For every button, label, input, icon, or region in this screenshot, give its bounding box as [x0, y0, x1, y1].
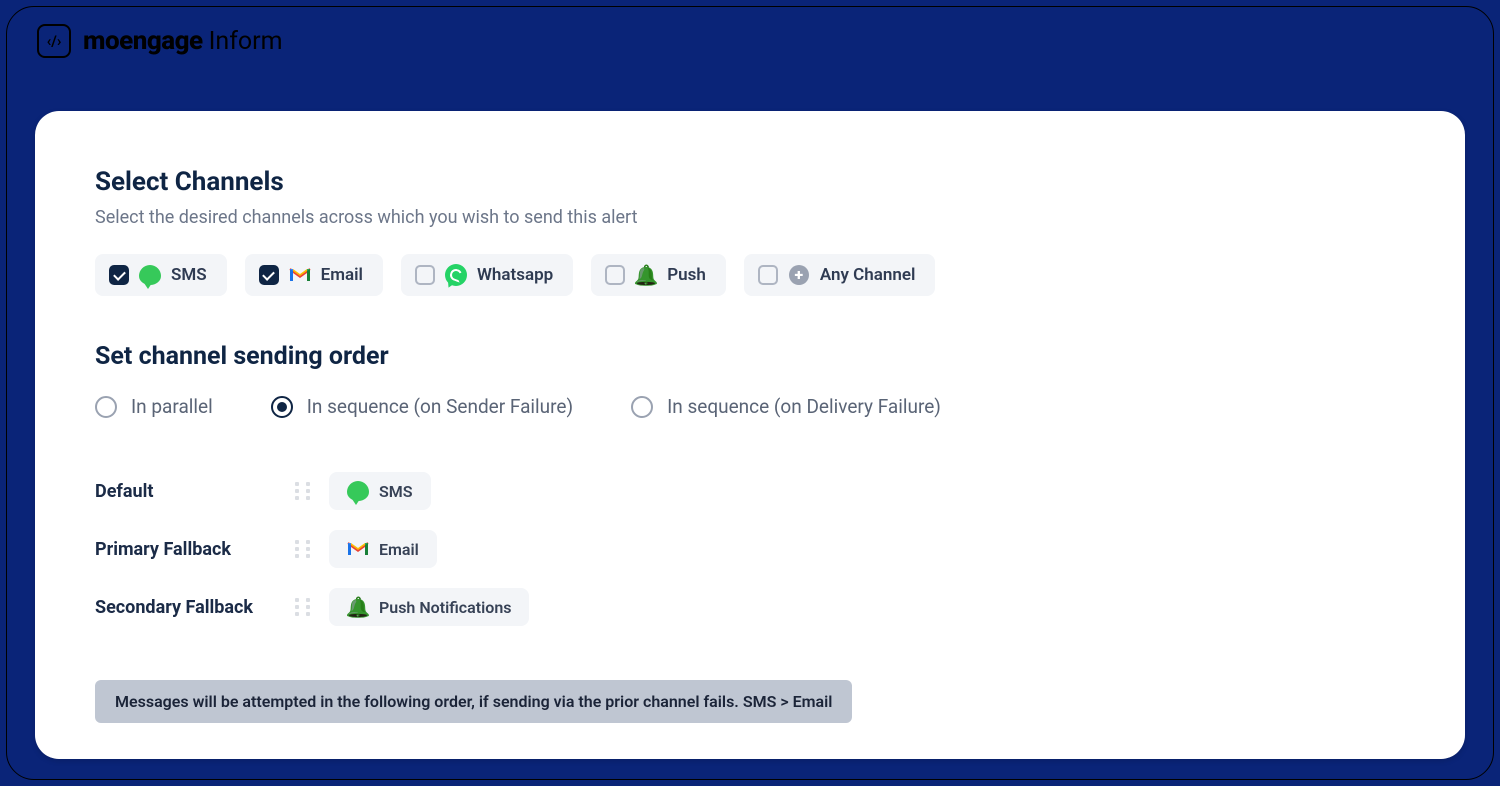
order-mode-row: In parallel In sequence (on Sender Failur…	[95, 395, 1405, 418]
channel-chip-sms[interactable]: SMS	[95, 254, 227, 296]
checkbox[interactable]	[605, 265, 625, 285]
push-bell-icon: 🔔	[635, 264, 657, 286]
channel-chip-label: Whatsapp	[477, 265, 553, 285]
radio[interactable]	[271, 396, 293, 418]
info-banner: Messages will be attempted in the follow…	[95, 680, 852, 723]
section-title-channels: Select Channels	[95, 167, 1405, 197]
order-role-label: Secondary Fallback	[95, 597, 295, 618]
order-mode-option[interactable]: In sequence (on Delivery Failure)	[631, 395, 941, 418]
channel-chip-label: SMS	[171, 265, 207, 285]
order-pill[interactable]: 🔔 Push Notifications	[329, 588, 529, 626]
radio[interactable]	[95, 396, 117, 418]
order-role-label: Primary Fallback	[95, 539, 295, 560]
brand-name: moengage	[83, 26, 203, 56]
channel-chip-any-channel[interactable]: + Any Channel	[744, 254, 936, 296]
channel-chip-row: SMS Email Whatsapp 🔔 Push + Any Channel	[95, 254, 1405, 296]
order-role-label: Default	[95, 481, 295, 502]
order-row: Secondary Fallback 🔔 Push Notifications	[95, 578, 1405, 636]
channel-chip-email[interactable]: Email	[245, 254, 383, 296]
push-bell-icon: 🔔	[347, 596, 369, 618]
order-pill-label: SMS	[379, 482, 413, 501]
channel-chip-label: Email	[321, 265, 363, 285]
config-card: Select Channels Select the desired chann…	[35, 111, 1465, 759]
checkbox[interactable]	[109, 265, 129, 285]
whatsapp-icon	[445, 264, 467, 286]
brand-wordmark: moengage Inform	[83, 26, 283, 56]
brand-product: Inform	[209, 27, 283, 56]
drag-handle-icon[interactable]	[295, 598, 313, 616]
sms-icon	[139, 264, 161, 286]
order-mode-label: In sequence (on Sender Failure)	[307, 395, 573, 418]
section-subtitle-channels: Select the desired channels across which…	[95, 207, 1405, 228]
order-mode-label: In sequence (on Delivery Failure)	[667, 395, 941, 418]
drag-handle-icon[interactable]	[295, 482, 313, 500]
order-pill[interactable]: SMS	[329, 472, 431, 510]
order-pill[interactable]: Email	[329, 530, 437, 568]
radio[interactable]	[631, 396, 653, 418]
app-frame: ‹/› moengage Inform Select Channels Sele…	[6, 6, 1494, 780]
order-pill-label: Push Notifications	[379, 598, 511, 617]
brand-mark-icon: ‹/›	[37, 24, 71, 58]
channel-chip-push[interactable]: 🔔 Push	[591, 254, 726, 296]
checkbox[interactable]	[259, 265, 279, 285]
plus-circle-icon: +	[788, 264, 810, 286]
order-mode-label: In parallel	[131, 395, 213, 418]
checkbox[interactable]	[415, 265, 435, 285]
channel-chip-label: Any Channel	[820, 265, 916, 285]
order-row: Default SMS	[95, 462, 1405, 520]
gmail-icon	[347, 538, 369, 560]
order-mode-option[interactable]: In sequence (on Sender Failure)	[271, 395, 573, 418]
checkbox[interactable]	[758, 265, 778, 285]
order-pill-label: Email	[379, 540, 419, 559]
order-row: Primary Fallback Email	[95, 520, 1405, 578]
topbar: ‹/› moengage Inform	[7, 7, 1493, 75]
channel-chip-whatsapp[interactable]: Whatsapp	[401, 254, 573, 296]
drag-handle-icon[interactable]	[295, 540, 313, 558]
channel-chip-label: Push	[667, 265, 706, 285]
sms-icon	[347, 480, 369, 502]
order-list: Default SMS Primary Fallback Email Secondary…	[95, 462, 1405, 636]
gmail-icon	[289, 264, 311, 286]
order-mode-option[interactable]: In parallel	[95, 395, 213, 418]
section-title-order: Set channel sending order	[95, 342, 1405, 371]
